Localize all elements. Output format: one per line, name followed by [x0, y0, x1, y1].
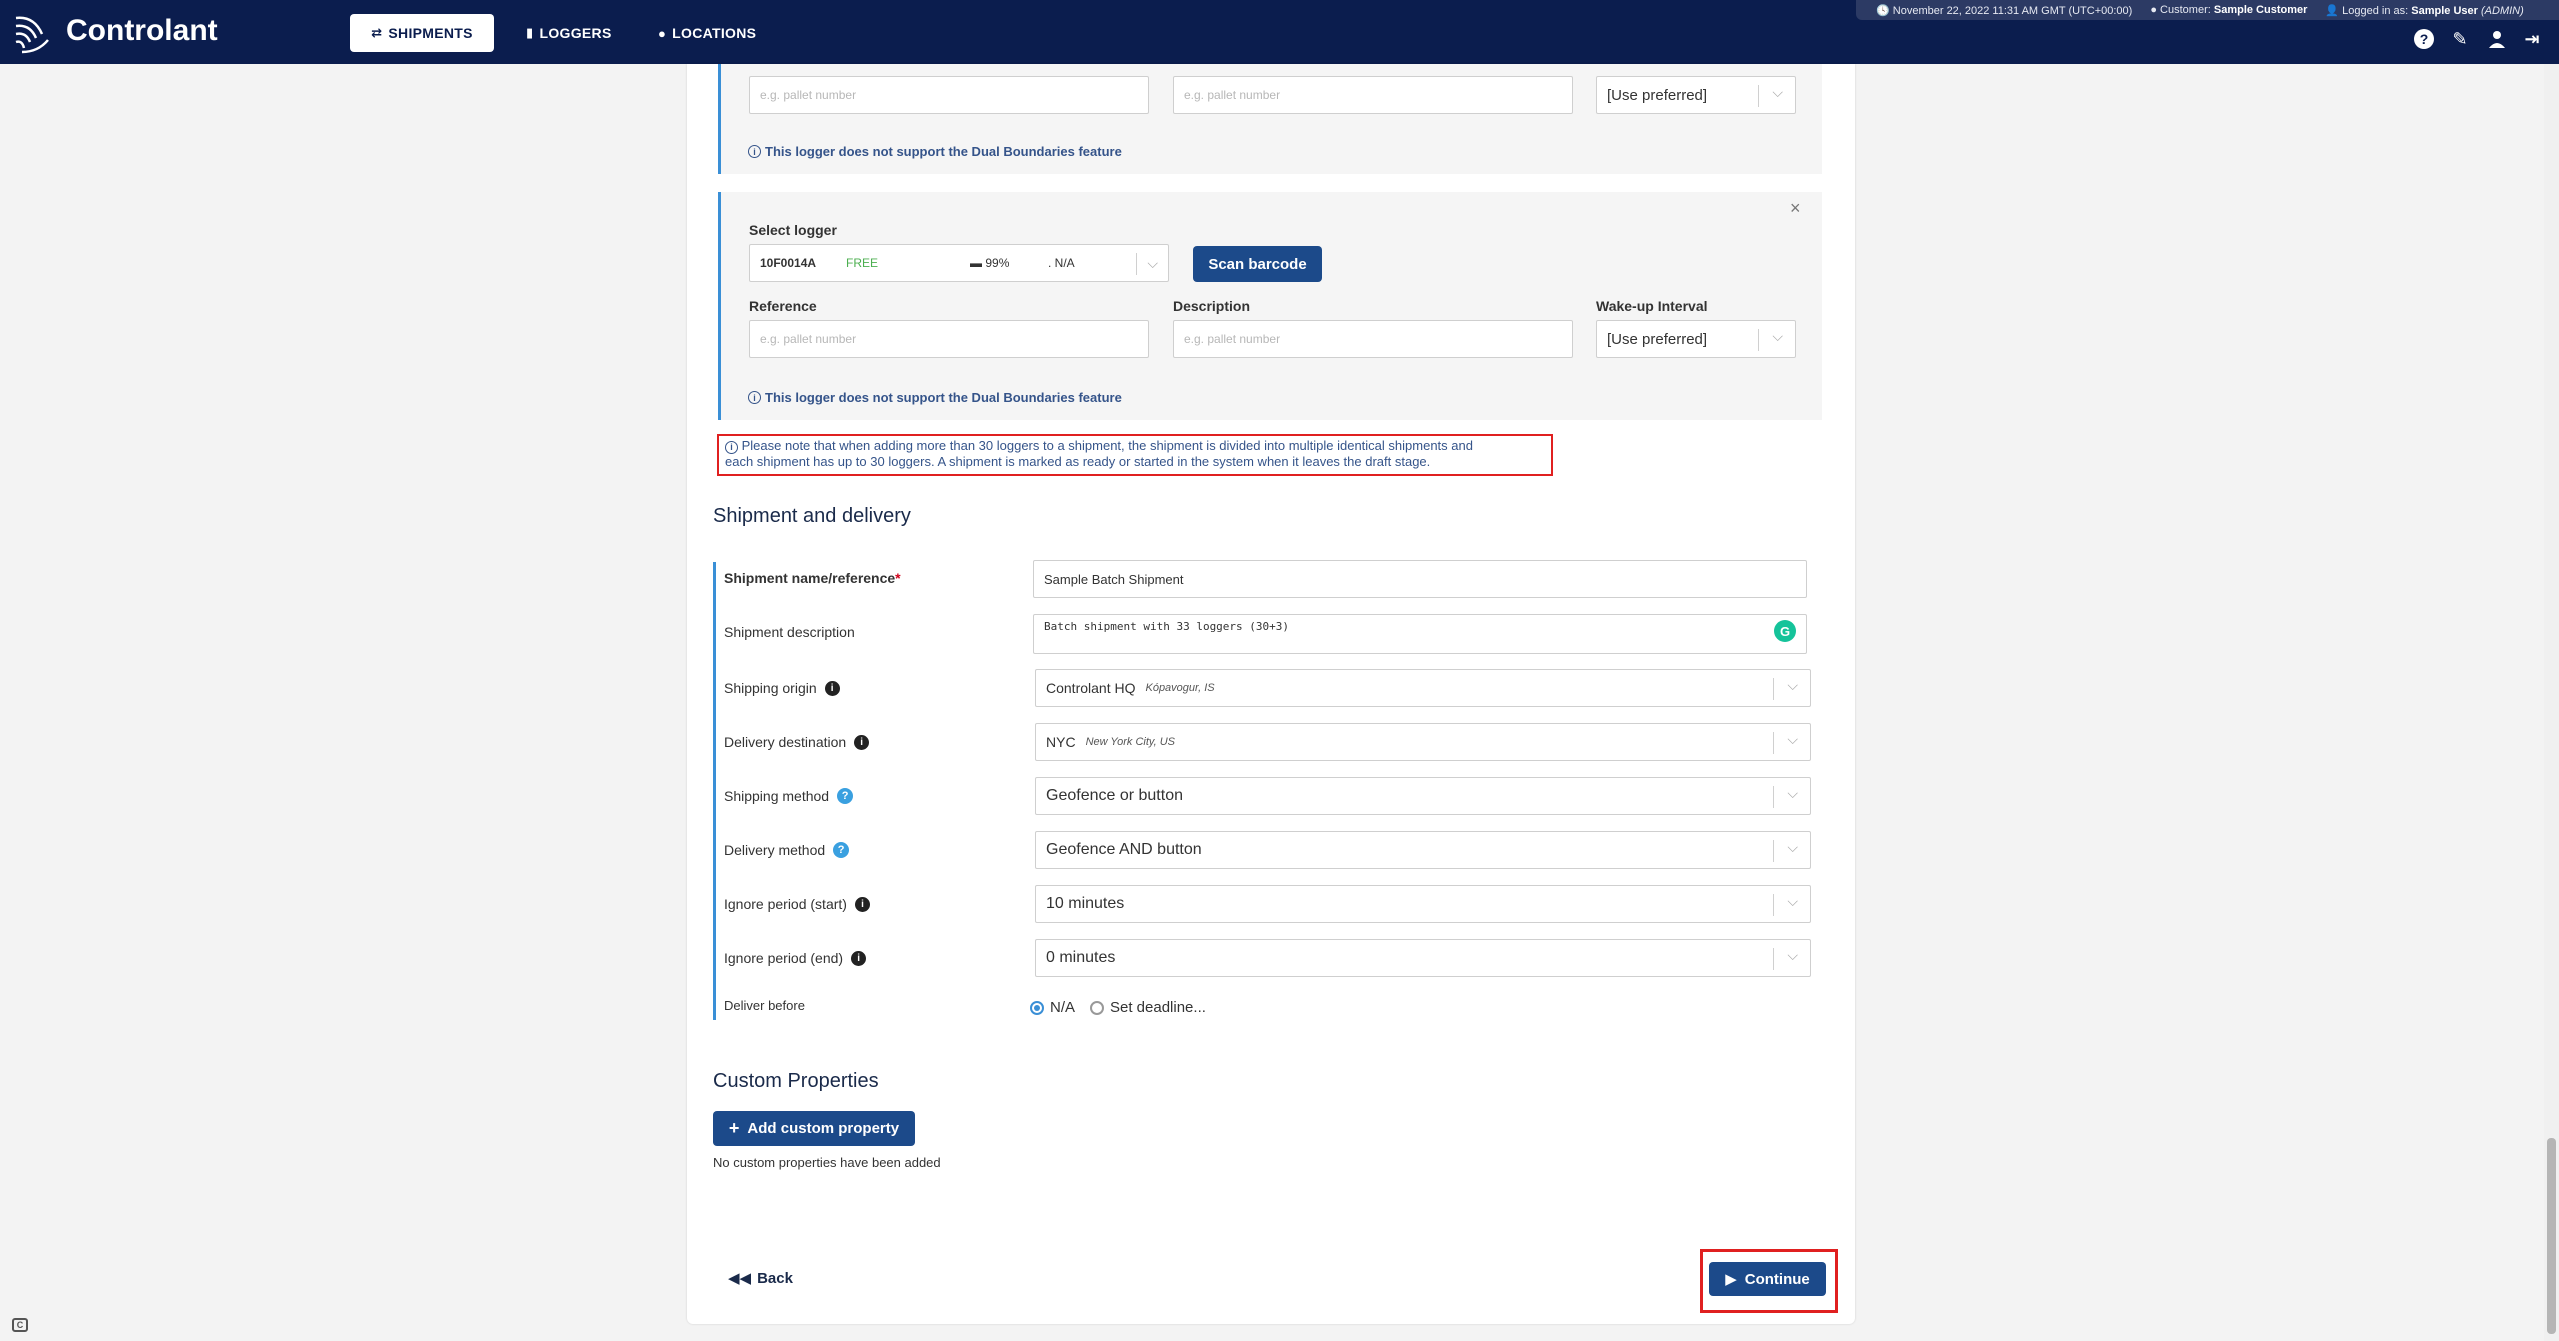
description-input[interactable]: e.g. pallet number — [1173, 320, 1573, 358]
shipment-name-input[interactable]: Sample Batch Shipment — [1033, 560, 1807, 598]
grammarly-icon[interactable]: G — [1774, 620, 1796, 642]
user-icon[interactable] — [2486, 28, 2508, 50]
info-icon[interactable]: i — [851, 950, 867, 966]
logger-status: FREE — [846, 256, 879, 270]
info-icon: i — [748, 391, 761, 404]
description-label: Description — [1173, 298, 1251, 314]
reference-input[interactable]: e.g. pallet number — [749, 320, 1149, 358]
logout-icon[interactable]: ⇥ — [2521, 28, 2543, 50]
logger-select[interactable]: 10F0014A FREE ▬ 99% . N/A ⌵ — [749, 244, 1169, 282]
session-info-bar: 🕓 November 22, 2022 11:31 AM GMT (UTC+00… — [1856, 0, 2559, 20]
delivery-destination-select[interactable]: NYC New York City, US ⌵ — [1035, 723, 1811, 761]
help-icon[interactable]: ? — [837, 788, 854, 804]
chevron-down-icon: ⌵ — [1787, 839, 1798, 855]
datetime-text: 🕓 November 22, 2022 11:31 AM GMT (UTC+00… — [1876, 4, 2133, 17]
shipping-origin-label: Shipping origin i — [724, 680, 840, 696]
delivery-method-label: Delivery method? — [724, 842, 850, 858]
logger-entry-1: e.g. pallet number e.g. pallet number [U… — [718, 64, 1822, 174]
chevron-down-icon: ⌵ — [1787, 731, 1798, 747]
description-input[interactable]: e.g. pallet number — [1173, 76, 1573, 114]
top-bar: Controlant ⇄ SHIPMENTS ▮ LOGGERS ● LOCAT… — [0, 0, 2559, 64]
wakeup-interval-select[interactable]: [Use preferred] ⌵ — [1596, 320, 1796, 358]
select-logger-label: Select logger — [749, 222, 837, 238]
ignore-start-label: Ignore period (start) i — [724, 896, 870, 912]
chevron-down-icon: ⌵ — [1787, 785, 1798, 801]
info-icon[interactable]: i — [854, 734, 870, 750]
shipping-method-label: Shipping method? — [724, 788, 854, 804]
shipping-origin-select[interactable]: Controlant HQ Kópavogur, IS ⌵ — [1035, 669, 1811, 707]
delivery-destination-label: Delivery destination i — [724, 734, 870, 750]
scan-barcode-button[interactable]: Scan barcode — [1193, 246, 1322, 282]
logger-entry-2: × Select logger 10F0014A FREE ▬ 99% . N/… — [718, 192, 1822, 420]
info-icon[interactable]: i — [854, 896, 870, 912]
battery-level: ▬ 99% — [970, 256, 1010, 270]
wakeup-interval-select[interactable]: [Use preferred] ⌵ — [1596, 76, 1796, 114]
delivery-method-select[interactable]: Geofence AND button ⌵ — [1035, 831, 1811, 869]
deliver-before-deadline-radio[interactable]: Set deadline... — [1090, 999, 1206, 1016]
nav-loggers[interactable]: ▮ LOGGERS — [526, 14, 612, 52]
chevron-down-icon: ⌵ — [1772, 84, 1783, 100]
deliver-before-na-radio[interactable]: N/A — [1030, 999, 1075, 1016]
help-icon[interactable]: ? — [2413, 28, 2435, 50]
dual-boundaries-note: i This logger does not support the Dual … — [748, 144, 1122, 159]
info-icon[interactable]: i — [824, 680, 840, 696]
reference-input[interactable]: e.g. pallet number — [749, 76, 1149, 114]
play-icon: ▶ — [1725, 1271, 1737, 1288]
route-icon: ⇄ — [371, 25, 383, 40]
chevron-down-icon: ⌵ — [1147, 254, 1158, 271]
scrollbar-thumb[interactable] — [2547, 1138, 2556, 1334]
chevron-down-icon: ⌵ — [1787, 947, 1798, 963]
ignore-end-select[interactable]: 0 minutes ⌵ — [1035, 939, 1811, 977]
custom-properties-title: Custom Properties — [713, 1070, 879, 1092]
shipment-description-textarea[interactable]: Batch shipment with 33 loggers (30+3) G — [1033, 614, 1807, 654]
map-pin-icon: ● — [658, 25, 667, 41]
shipping-method-select[interactable]: Geofence or button ⌵ — [1035, 777, 1811, 815]
form-accent-bar — [713, 562, 716, 1020]
nav-loggers-label: LOGGERS — [539, 25, 612, 41]
ignore-end-label: Ignore period (end) i — [724, 950, 867, 966]
batch-split-warning: i Please note that when adding more than… — [717, 434, 1553, 476]
shipment-name-label: Shipment name/reference* — [724, 570, 901, 586]
logger-id: 10F0014A — [760, 256, 817, 270]
info-icon: i — [725, 440, 738, 454]
nav-shipments-label: SHIPMENTS — [388, 25, 473, 41]
wrench-icon[interactable]: ✎ — [2449, 28, 2471, 50]
shipment-description-label: Shipment description — [724, 624, 855, 640]
controlant-logo-icon[interactable] — [12, 12, 56, 56]
nav-shipments[interactable]: ⇄ SHIPMENTS — [350, 14, 494, 52]
cookie-settings-icon[interactable]: C — [12, 1318, 28, 1332]
plus-icon: + — [728, 1118, 740, 1138]
customer-info[interactable]: ● Customer: Sample Customer — [2150, 4, 2307, 16]
chevron-down-icon: ⌵ — [1772, 328, 1783, 344]
no-custom-properties-text: No custom properties have been added — [713, 1155, 941, 1170]
info-icon: i — [748, 145, 761, 158]
signal-level: . N/A — [1048, 256, 1075, 270]
chevron-down-icon: ⌵ — [1787, 677, 1798, 693]
user-info[interactable]: 👤 Logged in as: Sample User (ADMIN) — [2325, 4, 2523, 17]
continue-button[interactable]: ▶ Continue — [1709, 1262, 1826, 1296]
reference-label: Reference — [749, 298, 817, 314]
ignore-start-select[interactable]: 10 minutes ⌵ — [1035, 885, 1811, 923]
close-icon[interactable]: × — [1790, 198, 1801, 219]
wakeup-label: Wake-up Interval — [1596, 298, 1708, 314]
dual-boundaries-note: i This logger does not support the Dual … — [748, 390, 1122, 405]
help-icon[interactable]: ? — [833, 842, 850, 858]
back-button[interactable]: ◀◀ Back — [728, 1269, 793, 1288]
brand-name[interactable]: Controlant — [66, 14, 218, 48]
rewind-icon: ◀◀ — [728, 1270, 752, 1287]
nav-locations[interactable]: ● LOCATIONS — [658, 14, 756, 52]
add-custom-property-button[interactable]: + Add custom property — [713, 1111, 915, 1146]
nav-locations-label: LOCATIONS — [672, 25, 757, 41]
chevron-down-icon: ⌵ — [1787, 893, 1798, 909]
device-icon: ▮ — [526, 25, 534, 40]
shipment-section-title: Shipment and delivery — [713, 505, 911, 527]
deliver-before-label: Deliver before — [724, 998, 805, 1013]
